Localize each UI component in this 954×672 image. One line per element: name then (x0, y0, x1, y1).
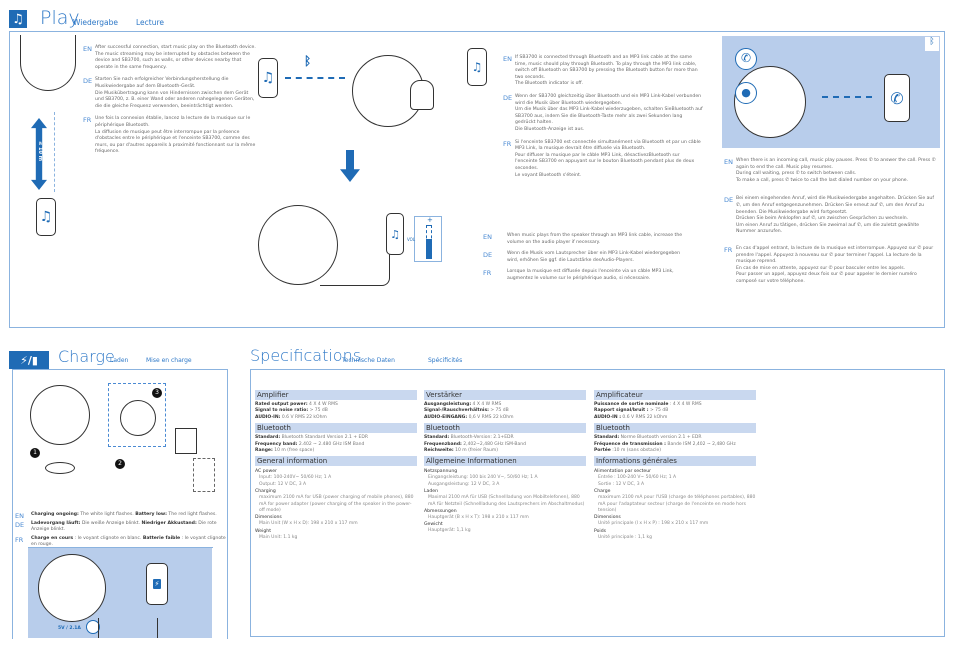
speaker-illustration (120, 400, 156, 436)
play-subtitle-de: Wiedergabe (73, 18, 119, 27)
phone-illustration: ♫ (258, 58, 278, 98)
spec-heading: Bluetooth (594, 423, 756, 434)
dock-illustration (45, 462, 75, 474)
phone-illustration: ⚡ (146, 563, 168, 605)
phone-illustration: ✆ (884, 74, 910, 122)
speaker-illustration (20, 35, 76, 91)
play-text-block-4: EN When there is an incoming call, music… (724, 158, 936, 284)
usb-port-label: 5V / 2.1A (58, 626, 81, 631)
music-note-icon: ♫ (471, 60, 483, 74)
bluetooth-icon: ᛒ (925, 37, 939, 51)
play-text-block-3: EN When music plays from the speaker thro… (483, 233, 683, 281)
signal-dashes (822, 96, 872, 98)
mp3-player-illustration: ♫ (467, 48, 487, 86)
step-2-badge: 2 (115, 459, 125, 469)
music-note-icon: ♫ (39, 209, 53, 225)
charge-subtitle-de: Laden (110, 357, 129, 364)
music-note-icon: ♫ (261, 70, 275, 86)
volume-label: VOL (407, 237, 416, 242)
spec-heading: Bluetooth (255, 423, 417, 434)
charge-icon: ⚡/▮ (9, 351, 49, 369)
volume-bar (426, 225, 432, 259)
mp3-link-cable (320, 232, 390, 286)
spec-heading: Bluetooth (424, 423, 586, 434)
phone-handset-icon: ✆ (890, 88, 904, 108)
spec-heading: Amplifier (255, 390, 417, 400)
step-1-badge: 1 (30, 448, 40, 458)
usb-charge-illustration: 5V / 2.1A ⚡ (28, 548, 212, 638)
usb-cable (98, 618, 158, 638)
play-subtitle-fr: Lecture (136, 18, 165, 27)
play-text-block-2: EN If SB3700 is connected through Blueto… (503, 55, 703, 178)
charge-title: Charge (58, 347, 115, 366)
spec-heading: Informations générales (594, 456, 756, 467)
charge-subtitle-fr: Mise en charge (146, 357, 192, 364)
signal-waves-icon (54, 112, 64, 192)
music-note-icon: ♫ (9, 10, 27, 28)
volume-callout: VOL + (407, 216, 442, 262)
microphone-icon: ● (735, 82, 757, 104)
specs-column-fr: Amplificateur Puissance de sortie nomina… (594, 390, 756, 540)
signal-dashes (285, 77, 345, 79)
specs-subtitle-de: Technische Daten (342, 357, 395, 364)
phone-call-icon: ✆ (735, 48, 757, 70)
bluetooth-icon: ᛒ (304, 54, 312, 68)
speaker-illustration (38, 554, 106, 622)
speaker-illustration (30, 385, 90, 445)
specs-column-de: Verstärker Ausgangsleistung: 4 X 4 W RMS… (424, 390, 586, 534)
specs-subtitle-fr: Spécificités (428, 357, 463, 364)
volume-plus: + (427, 216, 433, 224)
phone-illustration: ♫ (36, 198, 56, 236)
spec-heading: Verstärker (424, 390, 586, 400)
specs-column-en: Amplifier Rated output power: 4 X 4 W RM… (255, 388, 417, 541)
music-note-icon: ♫ (390, 227, 400, 241)
hand-press-icon (410, 80, 434, 110)
spec-heading: Amplificateur (594, 390, 756, 400)
distance-label: ≤ 10 m (36, 141, 43, 161)
play-text-block-1: EN After successful connection, start mu… (83, 45, 256, 155)
spec-heading: Allgemeine Informationen (424, 456, 586, 467)
call-illustration: ᛒ ✆ ● ✆ (722, 36, 940, 148)
spec-heading: General information (255, 456, 417, 467)
mp3-player-illustration: ♫ (386, 213, 404, 255)
power-adapter-illustration (175, 428, 197, 454)
battery-charging-icon: ⚡ (152, 579, 162, 589)
plug-callout (193, 458, 215, 492)
